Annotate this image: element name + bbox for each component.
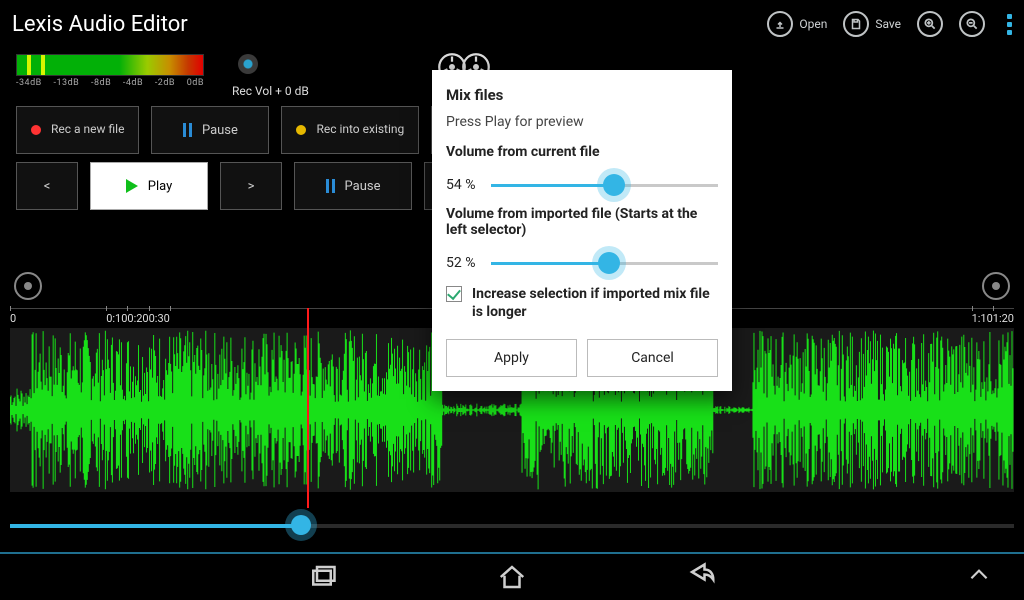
left-selector-marker[interactable] — [14, 272, 42, 300]
vol-import-label: Volume from imported file (Starts at the… — [446, 206, 718, 238]
play-icon — [126, 179, 138, 193]
pause-icon — [183, 123, 192, 137]
seek-forward-button[interactable]: > — [220, 162, 282, 210]
open-label: Open — [799, 17, 827, 31]
rec-new-label: Rec a new file — [51, 123, 124, 136]
db-ticks: -34dB -13dB -8dB -4dB -2dB 0dB — [16, 78, 204, 88]
right-selector-marker[interactable] — [982, 272, 1010, 300]
home-icon[interactable] — [497, 562, 527, 592]
progress-thumb[interactable] — [291, 515, 311, 535]
play-pause-label: Pause — [345, 179, 381, 194]
progress-track[interactable] — [10, 524, 1014, 528]
cancel-button[interactable]: Cancel — [587, 339, 718, 377]
zoom-out-button[interactable] — [951, 6, 993, 42]
play-button[interactable]: Play — [90, 162, 208, 210]
overflow-menu-button[interactable] — [1007, 14, 1012, 35]
rec-vol-knob[interactable] — [238, 54, 258, 74]
zoom-in-button[interactable] — [909, 6, 951, 42]
zoom-out-icon — [959, 11, 985, 37]
vol-current-slider[interactable] — [491, 176, 718, 194]
recent-apps-icon[interactable] — [307, 562, 337, 592]
save-icon — [843, 11, 869, 37]
app-header: Lexis Audio Editor Open Save — [0, 0, 1024, 48]
play-pause-button[interactable]: Pause — [294, 162, 412, 210]
vol-import-pct: 52 % — [446, 255, 475, 271]
dialog-subtitle: Press Play for preview — [446, 114, 718, 130]
record-into-icon — [296, 125, 306, 135]
expand-icon[interactable] — [966, 562, 996, 592]
pause-icon — [326, 179, 335, 193]
zoom-in-icon — [917, 11, 943, 37]
rec-pause-label: Pause — [202, 123, 238, 138]
save-button[interactable]: Save — [835, 6, 909, 42]
vol-current-pct: 54 % — [446, 177, 475, 193]
mix-files-dialog: Mix files Press Play for preview Volume … — [432, 70, 732, 391]
rec-into-existing-button[interactable]: Rec into existing — [281, 106, 419, 154]
rec-vol-block: Rec Vol + 0 dB — [232, 54, 309, 98]
record-icon — [31, 125, 41, 135]
app-title: Lexis Audio Editor — [12, 12, 188, 37]
open-button[interactable]: Open — [759, 6, 835, 42]
seek-back-button[interactable]: < — [16, 162, 78, 210]
android-nav-bar — [0, 552, 1024, 600]
rec-vol-label: Rec Vol + 0 dB — [232, 84, 309, 98]
playhead[interactable] — [307, 308, 309, 508]
rec-new-file-button[interactable]: Rec a new file — [16, 106, 139, 154]
vol-current-row: 54 % — [446, 176, 718, 194]
level-meter — [16, 54, 204, 76]
increase-selection-label: Increase selection if imported mix file … — [472, 286, 718, 321]
progress-fill — [10, 524, 301, 528]
apply-button[interactable]: Apply — [446, 339, 577, 377]
rec-into-label: Rec into existing — [316, 123, 404, 136]
save-label: Save — [875, 17, 901, 31]
level-meter-block: -34dB -13dB -8dB -4dB -2dB 0dB — [16, 54, 204, 88]
vol-current-label: Volume from current file — [446, 144, 718, 160]
increase-selection-checkbox[interactable] — [446, 286, 462, 302]
vol-import-slider[interactable] — [491, 254, 718, 272]
increase-selection-row[interactable]: Increase selection if imported mix file … — [446, 286, 718, 321]
dialog-title: Mix files — [446, 86, 718, 104]
rec-pause-button[interactable]: Pause — [151, 106, 269, 154]
play-label: Play — [148, 179, 173, 194]
open-icon — [767, 11, 793, 37]
back-icon[interactable] — [687, 562, 717, 592]
vol-import-row: 52 % — [446, 254, 718, 272]
dialog-actions: Apply Cancel — [446, 339, 718, 377]
